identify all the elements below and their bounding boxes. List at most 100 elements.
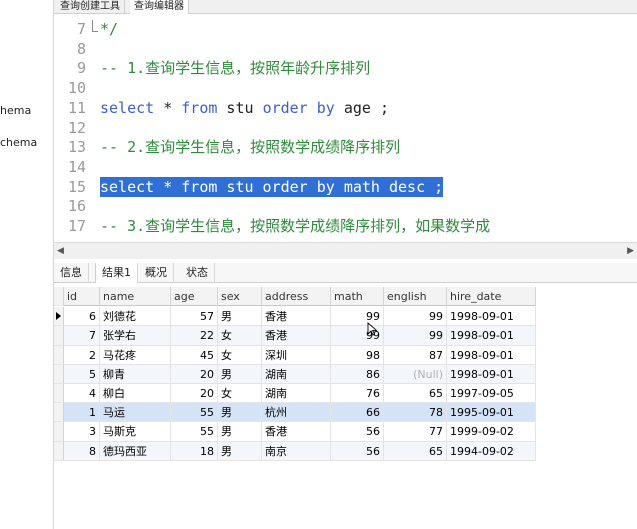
row-indicator[interactable] xyxy=(54,364,64,384)
cell-name[interactable]: 马斯克 xyxy=(100,422,171,442)
cell-address[interactable]: 香港 xyxy=(262,326,331,346)
cell-address[interactable]: 香港 xyxy=(262,307,331,327)
column-header-hire_date[interactable]: hire_date xyxy=(447,287,536,307)
row-indicator[interactable] xyxy=(54,384,64,404)
table-row[interactable]: 2 马花疼 45 女深圳 98 87 1998-09-01 xyxy=(54,345,536,365)
cell-english[interactable]: 87 xyxy=(384,345,447,365)
code-line[interactable]: 13 -- 2.查询学生信息，按照数学成绩降序排列 xyxy=(54,137,637,157)
cell-english[interactable]: 65 xyxy=(384,384,447,404)
cell-age[interactable]: 22 xyxy=(171,326,218,346)
table-row[interactable]: 8 德玛西亚 18 男南京 56 65 1994-09-02 xyxy=(54,441,536,461)
column-header-id[interactable]: id xyxy=(64,287,100,307)
cell-math[interactable]: 98 xyxy=(331,345,384,365)
row-indicator[interactable] xyxy=(54,307,64,327)
cell-english[interactable]: 78 xyxy=(384,403,447,423)
cell-address[interactable]: 湖南 xyxy=(262,384,331,404)
code-line[interactable]: 17 -- 3.查询学生信息，按照数学成绩降序排列，如果数学成 xyxy=(54,216,637,236)
row-indicator[interactable] xyxy=(54,441,64,461)
cell-hire_date[interactable]: 1999-09-02 xyxy=(447,422,536,442)
column-header-english[interactable]: english xyxy=(384,287,447,307)
cell-english[interactable]: 99 xyxy=(384,307,447,327)
cell-age[interactable]: 20 xyxy=(171,364,218,384)
cell-name[interactable]: 刘德花 xyxy=(100,307,171,327)
cell-hire_date[interactable]: 1998-09-01 xyxy=(447,307,536,327)
cell-hire_date[interactable]: 1998-09-01 xyxy=(447,345,536,365)
tab-query-editor[interactable]: 查询编辑器 xyxy=(130,0,189,14)
cell-hire_date[interactable]: 1998-09-01 xyxy=(447,364,536,384)
code-line[interactable]: 9 -- 1.查询学生信息，按照年龄升序排列 xyxy=(54,58,637,78)
cell-sex[interactable]: 男 xyxy=(218,307,262,327)
cell-sex[interactable]: 女 xyxy=(218,345,262,365)
cell-age[interactable]: 20 xyxy=(171,384,218,404)
cell-id[interactable]: 6 xyxy=(64,307,100,327)
code-line[interactable]: 11 select * from stu order by age ; xyxy=(54,98,637,118)
cell-sex[interactable]: 男 xyxy=(218,403,262,423)
row-indicator[interactable] xyxy=(54,326,64,346)
code-line[interactable]: 14 xyxy=(54,157,637,177)
tab-info[interactable]: 信息 xyxy=(54,263,89,283)
cell-english[interactable]: 77 xyxy=(384,422,447,442)
cell-sex[interactable]: 男 xyxy=(218,422,262,442)
table-row[interactable]: 3 马斯克 55 男香港 56 77 1999-09-02 xyxy=(54,422,536,442)
code-line[interactable]: 12 xyxy=(54,118,637,138)
tab-profile[interactable]: 概况 xyxy=(139,263,174,283)
code-line[interactable]: 16 xyxy=(54,196,637,216)
column-header-age[interactable]: age xyxy=(171,287,218,307)
cell-id[interactable]: 2 xyxy=(64,345,100,365)
table-row[interactable]: 5 柳青 20 男湖南 86 (Null) 1998-09-01 xyxy=(54,364,536,384)
cell-math[interactable]: 86 xyxy=(331,364,384,384)
cell-math[interactable]: 56 xyxy=(331,422,384,442)
tab-query-builder[interactable]: 查询创建工具 xyxy=(56,0,125,14)
cell-id[interactable]: 8 xyxy=(64,441,100,461)
cell-hire_date[interactable]: 1994-09-02 xyxy=(447,441,536,461)
code-line[interactable]: 7 */ xyxy=(54,19,637,39)
cell-age[interactable]: 55 xyxy=(171,422,218,442)
cell-age[interactable]: 55 xyxy=(171,403,218,423)
cell-name[interactable]: 德玛西亚 xyxy=(100,441,171,461)
table-row[interactable]: 7 张学右 22 女香港 99 99 1998-09-01 xyxy=(54,326,536,346)
scroll-left-icon[interactable]: ◀ xyxy=(57,246,64,256)
column-header-sex[interactable]: sex xyxy=(218,287,262,307)
cell-age[interactable]: 57 xyxy=(171,307,218,327)
code-line[interactable]: 8 xyxy=(54,39,637,59)
table-row[interactable]: 1 马运 55 男杭州 66 78 1995-09-01 xyxy=(54,403,536,423)
cell-name[interactable]: 马花疼 xyxy=(100,345,171,365)
cell-address[interactable]: 南京 xyxy=(262,441,331,461)
cell-english[interactable]: 99 xyxy=(384,326,447,346)
table-row[interactable]: 4 柳白 20 女湖南 76 65 1997-09-05 xyxy=(54,384,536,404)
cell-sex[interactable]: 女 xyxy=(218,326,262,346)
scroll-right-icon[interactable]: ▶ xyxy=(627,246,634,256)
cell-math[interactable]: 56 xyxy=(331,441,384,461)
cell-name[interactable]: 张学右 xyxy=(100,326,171,346)
cell-address[interactable]: 杭州 xyxy=(262,403,331,423)
cell-english[interactable]: 65 xyxy=(384,441,447,461)
result-grid[interactable]: id name age sex address math english hire_date 6… xyxy=(54,287,637,529)
cell-name[interactable]: 柳白 xyxy=(100,384,171,404)
tab-status[interactable]: 状态 xyxy=(180,263,215,283)
cell-id[interactable]: 3 xyxy=(64,422,100,442)
cell-math[interactable]: 76 xyxy=(331,384,384,404)
tab-result-1[interactable]: 结果1 xyxy=(95,263,138,283)
cell-hire_date[interactable]: 1997-09-05 xyxy=(447,384,536,404)
cell-address[interactable]: 深圳 xyxy=(262,345,331,365)
row-indicator[interactable] xyxy=(54,345,64,365)
column-header-address[interactable]: address xyxy=(262,287,331,307)
code-line[interactable]: 10 xyxy=(54,78,637,98)
cell-sex[interactable]: 女 xyxy=(218,384,262,404)
cell-age[interactable]: 45 xyxy=(171,345,218,365)
tree-item-schema-2[interactable]: chema xyxy=(0,136,54,149)
row-indicator[interactable] xyxy=(54,422,64,442)
cell-id[interactable]: 5 xyxy=(64,364,100,384)
cell-address[interactable]: 湖南 xyxy=(262,364,331,384)
column-header-math[interactable]: math xyxy=(331,287,384,307)
cell-name[interactable]: 马运 xyxy=(100,403,171,423)
editor-horizontal-scrollbar[interactable]: ◀ ▶ xyxy=(54,242,637,259)
cell-hire_date[interactable]: 1995-09-01 xyxy=(447,403,536,423)
sql-editor[interactable]: 7 */ 8 9 -- 1.查询学生信息，按照年龄升序排列 10 11 select * fr… xyxy=(54,14,637,242)
cell-name[interactable]: 柳青 xyxy=(100,364,171,384)
cell-id[interactable]: 4 xyxy=(64,384,100,404)
tree-item-schema-1[interactable]: hema xyxy=(0,104,54,117)
cell-sex[interactable]: 男 xyxy=(218,364,262,384)
cell-sex[interactable]: 男 xyxy=(218,441,262,461)
cell-hire_date[interactable]: 1998-09-01 xyxy=(447,326,536,346)
